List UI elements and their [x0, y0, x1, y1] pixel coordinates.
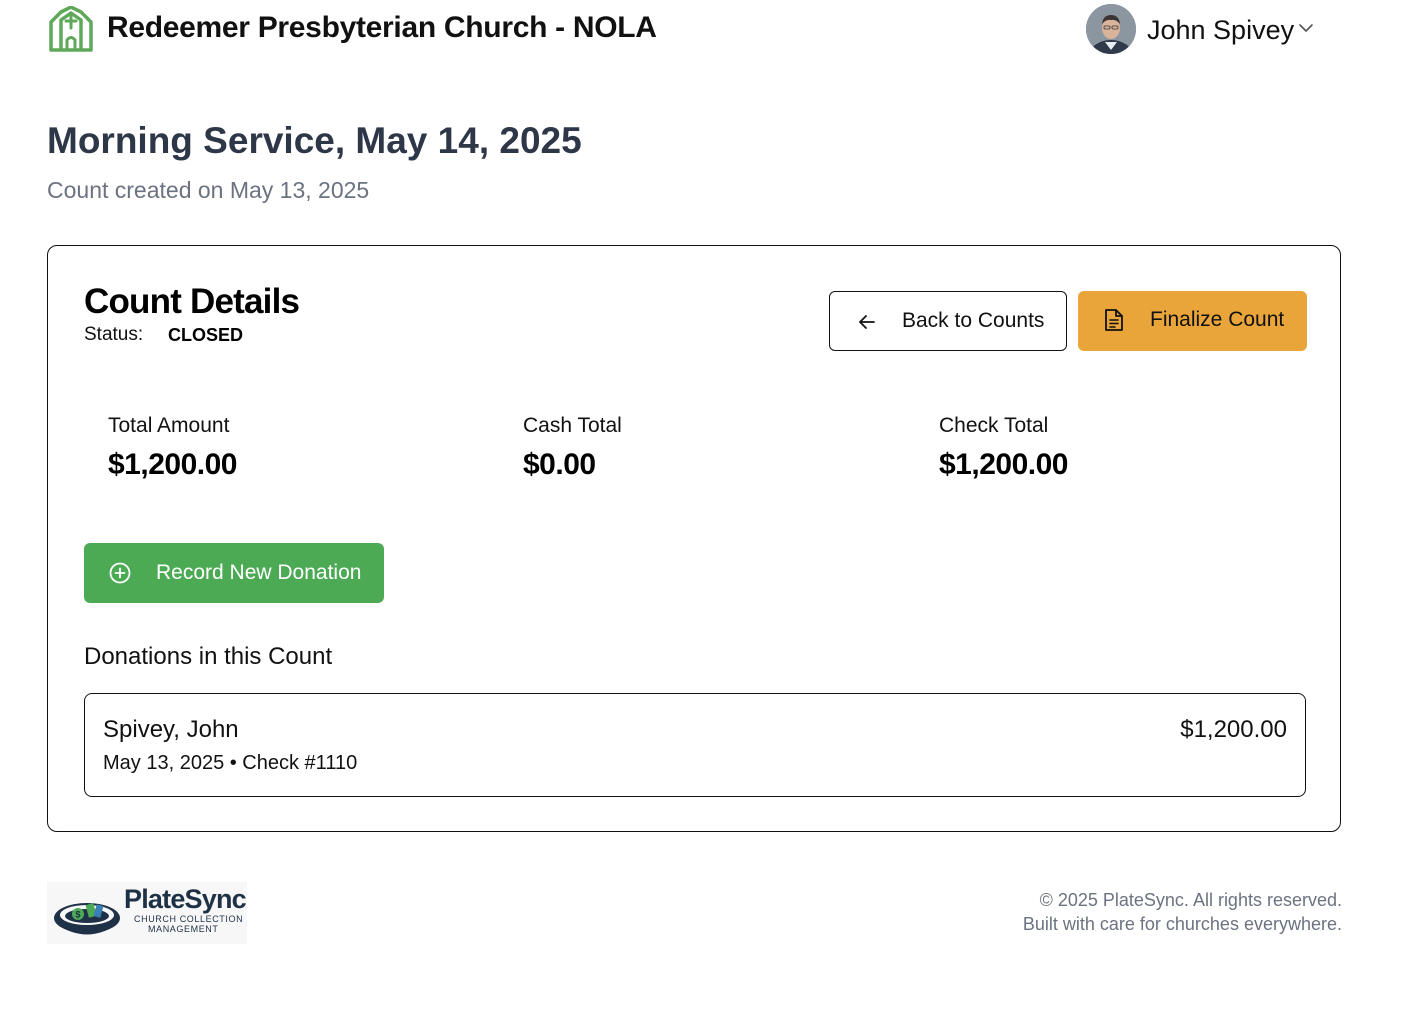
donation-list: Spivey, John May 13, 2025 • Check #1110 …: [84, 693, 1306, 797]
platesync-logo: $ PlateSync CHURCH COLLECTION MANAGEMENT: [47, 882, 247, 944]
back-to-counts-label: Back to Counts: [902, 309, 1045, 332]
plus-circle-icon: [109, 562, 131, 584]
stat-total-label: Total Amount: [108, 414, 230, 437]
count-details-title: Count Details: [84, 282, 300, 321]
page-title: Morning Service, May 14, 2025: [47, 120, 582, 161]
stat-check-value: $1,200.00: [939, 448, 1068, 481]
back-to-counts-button[interactable]: Back to Counts: [829, 291, 1067, 351]
footer-tagline: Built with care for churches everywhere.: [1022, 914, 1342, 934]
copyright-text: © 2025 PlateSync. All rights reserved.: [1039, 890, 1342, 910]
user-name[interactable]: John Spivey: [1147, 15, 1294, 46]
church-icon: [49, 6, 93, 52]
svg-text:$: $: [75, 910, 80, 920]
donation-amount: $1,200.00: [1180, 716, 1287, 743]
footer-text: © 2025 PlateSync. All rights reserved. B…: [1023, 888, 1342, 936]
arrow-left-icon: [859, 315, 875, 329]
logo-tagline: CHURCH COLLECTION: [134, 914, 244, 924]
user-avatar[interactable]: [1086, 4, 1136, 54]
document-icon: [1105, 309, 1123, 331]
donation-meta: May 13, 2025 • Check #1110: [103, 752, 358, 774]
church-name: Redeemer Presbyterian Church - NOLA: [107, 11, 657, 44]
record-new-donation-button[interactable]: Record New Donation: [84, 543, 384, 603]
status-label: Status:: [84, 324, 144, 345]
stat-cash-label: Cash Total: [523, 414, 622, 437]
user-menu[interactable]: John Spivey: [1086, 4, 1326, 54]
collection-plate-icon: $: [54, 903, 120, 935]
status-badge: CLOSED: [168, 325, 244, 345]
count-details-card: Count Details Status: CLOSED Back to Cou…: [47, 245, 1341, 832]
finalize-count-button[interactable]: Finalize Count: [1078, 291, 1307, 351]
stat-total-amount: Total Amount $1,200.00: [108, 414, 237, 482]
finalize-count-label: Finalize Count: [1150, 308, 1285, 331]
stat-cash-total: Cash Total $0.00: [523, 414, 622, 482]
donor-name: Spivey, John: [103, 716, 239, 743]
stat-check-label: Check Total: [939, 414, 1049, 437]
top-header: Redeemer Presbyterian Church - NOLA John…: [0, 0, 1410, 64]
page-subtitle: Count created on May 13, 2025: [47, 177, 370, 203]
logo-tagline: MANAGEMENT: [148, 924, 219, 934]
record-new-donation-label: Record New Donation: [156, 561, 362, 584]
logo-name: PlateSync: [124, 884, 247, 914]
stat-cash-value: $0.00: [523, 448, 596, 481]
stat-total-value: $1,200.00: [108, 448, 237, 481]
chevron-down-icon[interactable]: [1298, 20, 1314, 36]
stat-check-total: Check Total $1,200.00: [939, 414, 1068, 482]
donations-heading: Donations in this Count: [84, 643, 333, 670]
donation-list-item[interactable]: Spivey, John May 13, 2025 • Check #1110 …: [84, 693, 1306, 797]
